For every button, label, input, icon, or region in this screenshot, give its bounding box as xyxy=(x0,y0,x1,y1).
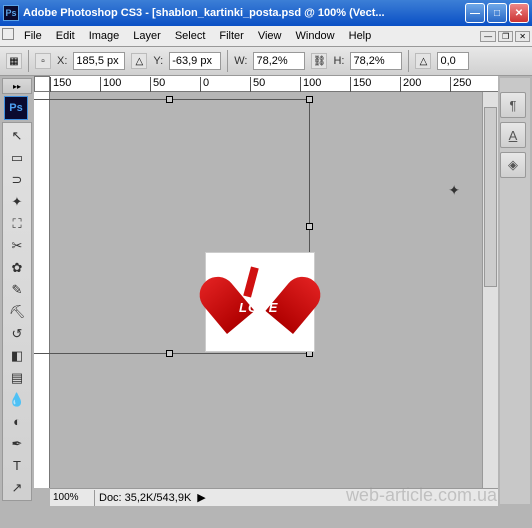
transform-tool-icon[interactable]: ▦ xyxy=(6,53,22,69)
h-input[interactable] xyxy=(350,52,402,70)
menu-layer[interactable]: Layer xyxy=(126,28,168,44)
eraser-tool-icon[interactable]: ◧ xyxy=(5,345,29,366)
angle-input[interactable] xyxy=(437,52,469,70)
title-bar: Ps Adobe Photoshop CS3 - [shablon_kartin… xyxy=(0,0,532,26)
stamp-tool-icon[interactable]: ⛏ xyxy=(5,301,29,322)
zoom-input[interactable] xyxy=(50,492,90,503)
w-label: W: xyxy=(234,55,247,67)
menu-select[interactable]: Select xyxy=(168,28,213,44)
menu-bar: File Edit Image Layer Select Filter View… xyxy=(0,26,532,46)
menu-edit[interactable]: Edit xyxy=(49,28,82,44)
y-input[interactable] xyxy=(169,52,221,70)
w-input[interactable] xyxy=(253,52,305,70)
close-button[interactable]: ✕ xyxy=(509,3,529,23)
menu-window[interactable]: Window xyxy=(289,28,342,44)
minimize-button[interactable]: — xyxy=(465,3,485,23)
menu-image[interactable]: Image xyxy=(82,28,127,44)
lasso-tool-icon[interactable]: ⊃ xyxy=(5,169,29,190)
menu-help[interactable]: Help xyxy=(342,28,379,44)
doc-size: 35,2K/543,9K xyxy=(125,492,192,504)
marquee-tool-icon[interactable]: ▭ xyxy=(5,147,29,168)
options-bar: ▦ ▫ X: △ Y: W: ⛓ H: △ xyxy=(0,46,532,76)
y-label: Y: xyxy=(153,55,163,67)
character-panel-icon[interactable]: ¶ xyxy=(500,92,526,118)
status-arrow-icon[interactable]: ▶ xyxy=(197,491,205,504)
ruler-horizontal[interactable]: 150 100 50 0 50 100 150 200 250 xyxy=(50,76,498,92)
type-tool-icon[interactable]: T xyxy=(5,455,29,476)
menu-filter[interactable]: Filter xyxy=(212,28,250,44)
dodge-tool-icon[interactable]: ◐ xyxy=(5,411,29,432)
canvas[interactable]: ✦ LOVE xyxy=(50,92,498,488)
crop-tool-icon[interactable]: ⛶ xyxy=(5,213,29,234)
maximize-button[interactable]: □ xyxy=(487,3,507,23)
history-brush-icon[interactable]: ↺ xyxy=(5,323,29,344)
heal-tool-icon[interactable]: ✿ xyxy=(5,257,29,278)
layers-panel-icon[interactable]: ◈ xyxy=(500,152,526,178)
tools-panel: ↖ ▭ ⊃ ✦ ⛶ ✂ ✿ ✎ ⛏ ↺ ◧ ▤ 💧 ◐ ✒ T ↗ xyxy=(2,122,32,501)
love-text: LOVE xyxy=(239,300,278,315)
ruler-origin[interactable] xyxy=(34,76,50,92)
pen-tool-icon[interactable]: ✒ xyxy=(5,433,29,454)
handle-mr[interactable] xyxy=(306,223,313,230)
watermark-text: web-article.com.ua xyxy=(346,485,497,506)
x-label: X: xyxy=(57,55,67,67)
link-icon[interactable]: ⛓ xyxy=(311,53,327,69)
x-input[interactable] xyxy=(73,52,125,70)
path-tool-icon[interactable]: ↗ xyxy=(5,477,29,498)
gradient-tool-icon[interactable]: ▤ xyxy=(5,367,29,388)
layer-image[interactable]: LOVE xyxy=(205,252,315,352)
doc-label: Doc: xyxy=(99,492,122,504)
wand-tool-icon[interactable]: ✦ xyxy=(5,191,29,212)
reference-point-icon[interactable]: ▫ xyxy=(35,53,51,69)
handle-tm[interactable] xyxy=(166,96,173,103)
scrollbar-vertical[interactable] xyxy=(482,92,498,488)
handle-tr[interactable] xyxy=(306,96,313,103)
h-label: H: xyxy=(333,55,344,67)
slice-tool-icon[interactable]: ✂ xyxy=(5,235,29,256)
angle-icon: △ xyxy=(415,53,431,69)
menu-view[interactable]: View xyxy=(251,28,289,44)
brush-tool-icon[interactable]: ✎ xyxy=(5,279,29,300)
app-icon: Ps xyxy=(3,5,19,21)
panel-dock: ¶ A ◈ xyxy=(500,78,530,504)
reference-point-marker[interactable]: ✦ xyxy=(448,182,460,199)
doc-window-controls[interactable]: —❐✕ xyxy=(480,31,530,42)
blur-tool-icon[interactable]: 💧 xyxy=(5,389,29,410)
window-title: Adobe Photoshop CS3 - [shablon_kartinki_… xyxy=(23,7,465,19)
paragraph-panel-icon[interactable]: A xyxy=(500,122,526,148)
delta-icon[interactable]: △ xyxy=(131,53,147,69)
ps-logo: Ps xyxy=(4,96,28,120)
ribbon-graphic xyxy=(243,266,258,297)
move-tool-icon[interactable]: ↖ xyxy=(5,125,29,146)
toolbar-grip[interactable]: ▸▸ xyxy=(2,78,32,94)
canvas-area: 150 100 50 0 50 100 150 200 250 ✦ xyxy=(34,76,498,506)
menu-file[interactable]: File xyxy=(17,28,49,44)
handle-bm[interactable] xyxy=(166,350,173,357)
document-icon[interactable] xyxy=(2,28,14,40)
heart-graphic: LOVE xyxy=(225,272,295,332)
